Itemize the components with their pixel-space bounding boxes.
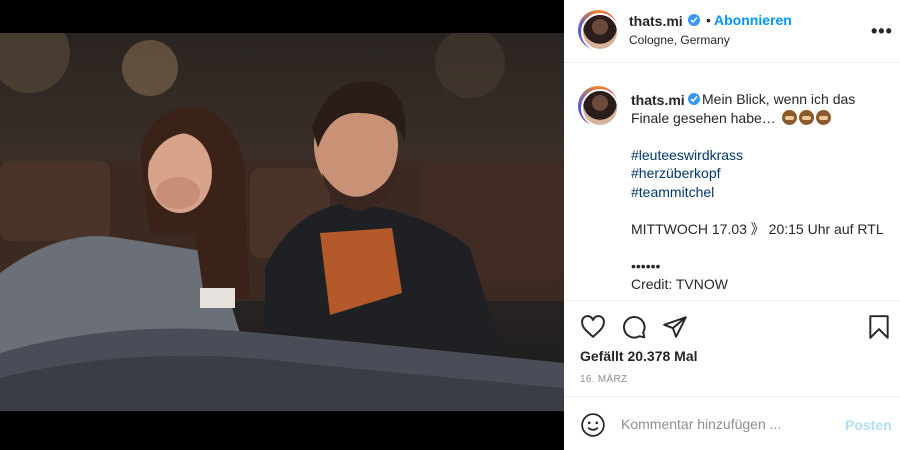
comment-bar: Posten [564, 396, 900, 450]
caption-line: •••••• [631, 257, 661, 274]
location-link[interactable]: Cologne, Germany [629, 33, 730, 47]
post-date[interactable]: 16. MÄRZ [580, 374, 627, 385]
caption-line-with-emoji: Finale gesehen habe… [631, 109, 886, 128]
caption-section: thats.mi Mein Blick, wenn ich das Finale… [564, 64, 900, 299]
post-media[interactable] [0, 0, 564, 450]
comment-input[interactable] [621, 416, 831, 432]
caption-line: Finale gesehen habe… [631, 109, 776, 126]
see-no-evil-monkey-icon [815, 109, 831, 125]
see-no-evil-monkey-icon [798, 109, 814, 125]
caption-line: MITTWOCH 17.03 》 20:15 Uhr auf RTL [631, 220, 884, 237]
caption-text: Mein Blick, wenn ich das Finale gesehen … [631, 90, 886, 294]
heart-icon[interactable] [580, 314, 606, 340]
caption-line: Credit: TVNOW [631, 276, 728, 292]
emoji-smiley-icon[interactable] [580, 412, 606, 438]
follow-button[interactable]: Abonnieren [714, 12, 792, 28]
hashtag-link[interactable]: #teammitchel [631, 183, 886, 202]
verified-badge-icon [688, 14, 700, 26]
bookmark-icon[interactable] [866, 314, 892, 340]
share-icon[interactable] [662, 314, 688, 340]
header-username[interactable]: thats.mi [629, 13, 683, 29]
caption-avatar[interactable] [578, 86, 619, 127]
hashtag-link[interactable]: #leuteeswirdkrass [631, 146, 886, 165]
hashtag-link[interactable]: #herzüberkopf [631, 164, 886, 183]
more-options-icon[interactable]: ••• [871, 21, 893, 42]
caption-line: Mein Blick, wenn ich das [702, 91, 856, 107]
likes-count[interactable]: Gefällt 20.378 Mal [580, 348, 698, 364]
post-comment-button[interactable]: Posten [845, 417, 892, 433]
see-no-evil-monkey-icon [781, 109, 797, 125]
separator-dot: • [706, 12, 711, 28]
comment-icon[interactable] [621, 314, 647, 340]
post-header: thats.mi • Abonnieren Cologne, Germany •… [564, 0, 900, 63]
video-frame[interactable] [0, 33, 564, 411]
video-scene-image [0, 33, 564, 411]
avatar[interactable] [578, 10, 619, 51]
post-sidebar: thats.mi • Abonnieren Cologne, Germany •… [564, 0, 900, 450]
